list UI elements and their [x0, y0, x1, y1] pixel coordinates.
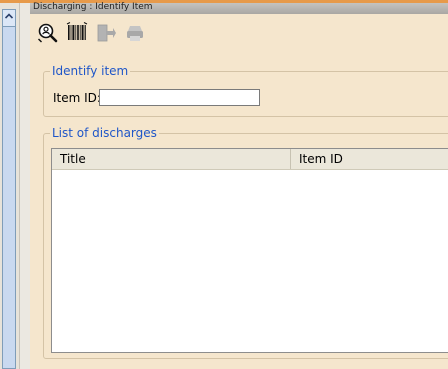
vertical-scrollbar[interactable] — [2, 9, 16, 369]
discharges-list[interactable]: Title Item ID — [51, 148, 448, 353]
barcode-button[interactable] — [65, 21, 89, 45]
discharges-group: List of discharges Title Item ID — [43, 126, 448, 359]
item-id-label: Item ID: — [53, 91, 101, 105]
identify-item-legend: Identify item — [50, 64, 131, 78]
search-person-button[interactable] — [36, 21, 60, 45]
toolbar — [36, 21, 147, 45]
search-person-icon — [38, 23, 58, 43]
left-panel-strip — [0, 3, 30, 369]
export-icon — [97, 24, 116, 42]
print-icon — [127, 26, 143, 41]
barcode-icon — [66, 22, 88, 40]
app-window: Discharging : Identify Item Identify ite… — [0, 0, 448, 369]
list-header: Title Item ID — [52, 149, 448, 170]
print-button[interactable] — [123, 21, 147, 45]
panel-edge — [19, 3, 30, 369]
export-button[interactable] — [94, 21, 118, 45]
item-id-input[interactable] — [99, 89, 260, 106]
column-header-item-id[interactable]: Item ID — [291, 149, 448, 169]
discharges-legend: List of discharges — [50, 126, 159, 140]
scroll-up-button[interactable] — [2, 9, 16, 27]
identify-item-group: Identify item Item ID: — [43, 64, 448, 117]
chevron-up-icon — [5, 13, 13, 19]
column-header-title[interactable]: Title — [52, 149, 291, 169]
window-title-bar[interactable]: Discharging : Identify Item — [30, 2, 448, 14]
window-title: Discharging : Identify Item — [33, 2, 153, 12]
